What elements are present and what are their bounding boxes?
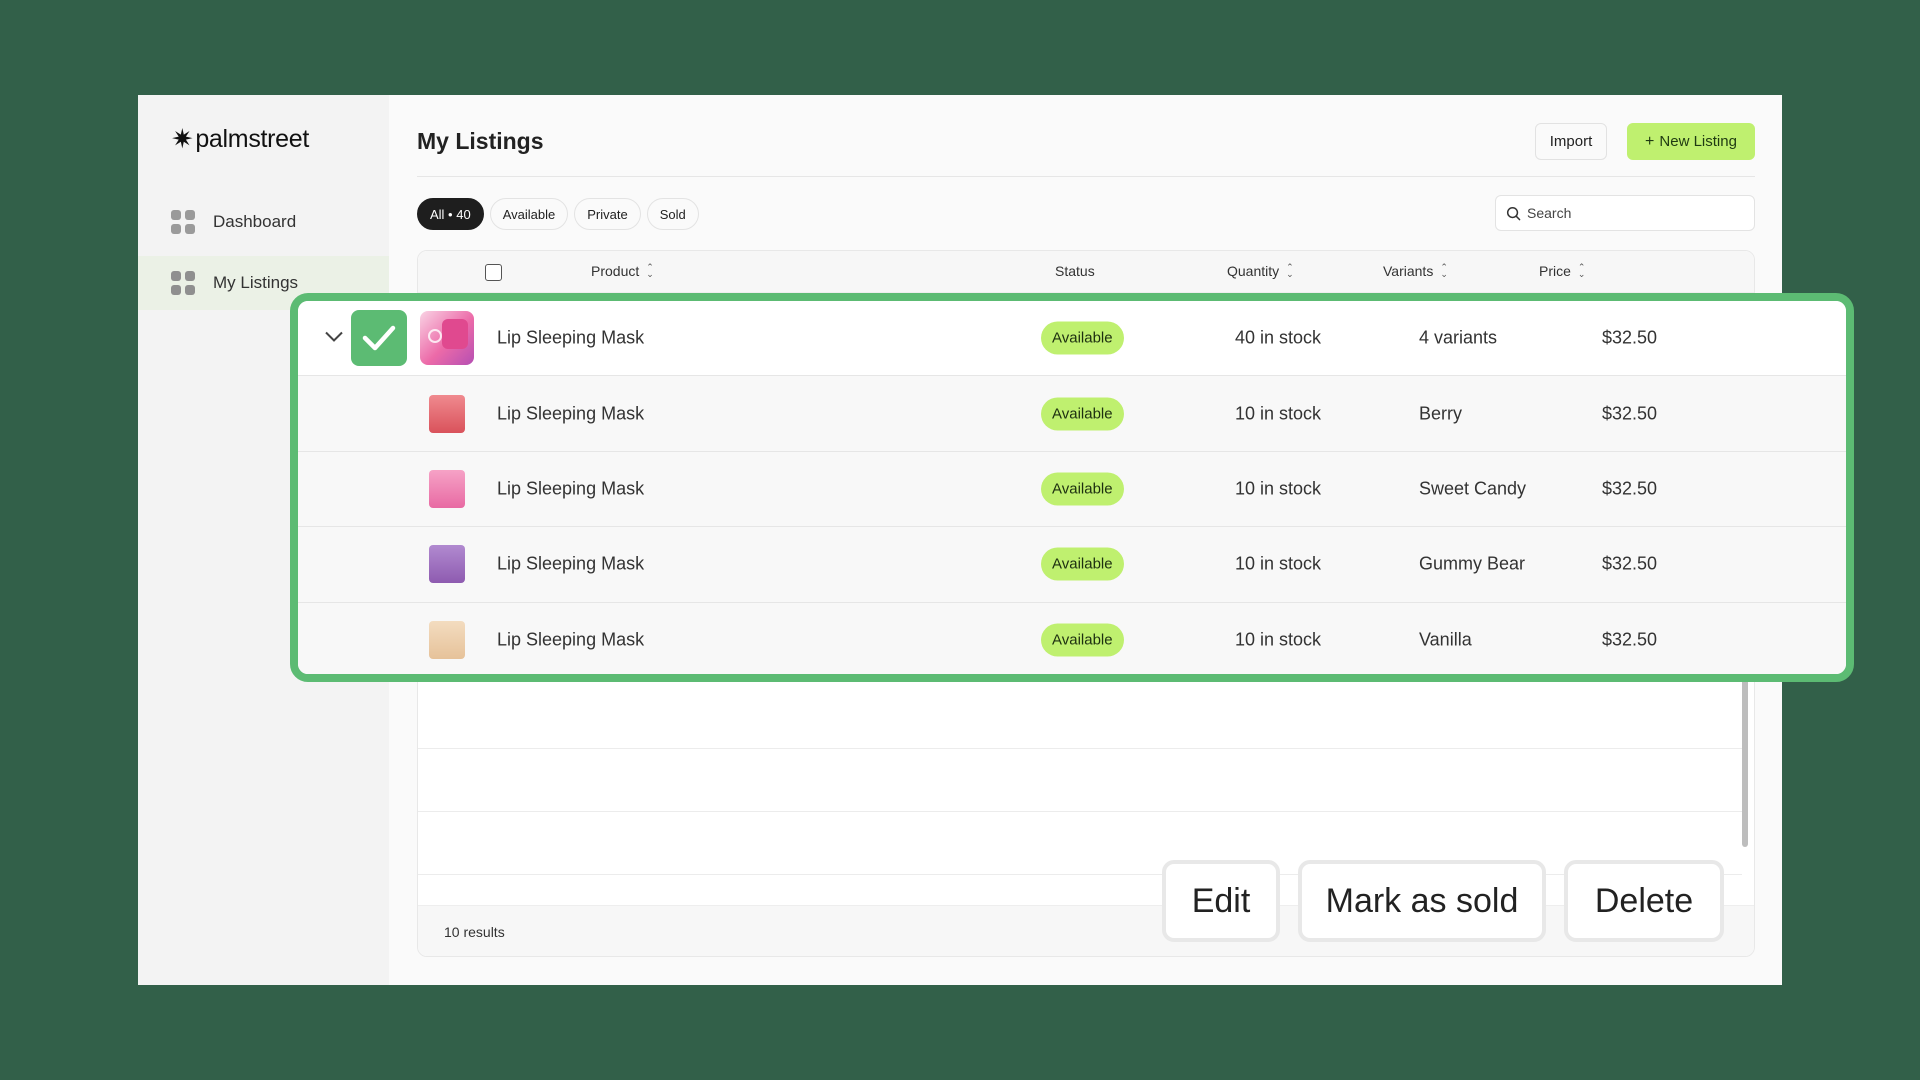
delete-button[interactable]: Delete: [1564, 860, 1724, 942]
chevron-down-icon[interactable]: [323, 328, 345, 349]
product-thumbnail: [429, 545, 465, 584]
results-count: 10 results: [444, 924, 505, 940]
product-thumbnail: [429, 469, 465, 508]
new-listing-button[interactable]: + New Listing: [1627, 123, 1755, 160]
filter-chip-sold[interactable]: Sold: [646, 198, 699, 230]
filter-chips: All • 40 Available Private Sold: [417, 198, 699, 230]
product-name: Lip Sleeping Mask: [497, 629, 645, 650]
brand-logo[interactable]: ✷ palmstreet: [171, 125, 309, 154]
column-label: Quantity: [1227, 263, 1280, 279]
column-label: Variants: [1383, 263, 1434, 279]
filter-chip-available[interactable]: Available: [489, 198, 569, 230]
product-name: Lip Sleeping Mask: [497, 478, 645, 499]
quantity-value: 40 in stock: [1235, 327, 1322, 348]
table-row-divider: [418, 811, 1742, 812]
sort-icon: ⌃ ⌄: [1440, 262, 1448, 279]
search-icon: [1506, 206, 1521, 220]
table-row-divider: [418, 748, 1742, 749]
filter-chip-all[interactable]: All • 40: [417, 198, 484, 230]
status-badge: Available: [1041, 623, 1124, 657]
sidebar-item-label: Dashboard: [213, 212, 297, 231]
search-input[interactable]: [1527, 205, 1727, 221]
quantity-value: 10 in stock: [1235, 629, 1322, 650]
price-value: $32.50: [1602, 629, 1658, 650]
column-quantity[interactable]: Quantity ⌃ ⌄: [1227, 262, 1294, 280]
column-label: Price: [1539, 263, 1571, 279]
product-thumbnail: [420, 311, 474, 366]
status-badge: Available: [1041, 472, 1124, 506]
quantity-value: 10 in stock: [1235, 403, 1322, 424]
product-name: Lip Sleeping Mask: [497, 553, 645, 574]
brand-name: palmstreet: [195, 125, 310, 153]
price-value: $32.50: [1602, 403, 1658, 424]
column-status: Status: [1055, 263, 1095, 279]
table-row[interactable]: Lip Sleeping Mask Available 40 in stock …: [298, 301, 1846, 377]
filter-chip-private[interactable]: Private: [574, 198, 641, 230]
sort-icon: ⌃ ⌄: [1577, 262, 1586, 279]
quantity-value: 10 in stock: [1235, 553, 1322, 574]
column-label: Status: [1055, 263, 1095, 279]
sort-icon: ⌃ ⌄: [646, 262, 654, 279]
column-product[interactable]: Product ⌃ ⌄: [591, 262, 654, 280]
price-value: $32.50: [1602, 327, 1658, 348]
mark-as-sold-button[interactable]: Mark as sold: [1298, 860, 1546, 942]
table-row[interactable]: Lip Sleeping Mask Available 10 in stock …: [298, 451, 1846, 528]
header-divider: [417, 176, 1755, 177]
variants-value: Vanilla: [1419, 629, 1472, 650]
column-price[interactable]: Price ⌃ ⌄: [1539, 262, 1586, 280]
variants-value: Sweet Candy: [1419, 478, 1527, 499]
status-badge: Available: [1041, 321, 1124, 355]
sidebar-item-dashboard[interactable]: Dashboard: [138, 195, 389, 249]
price-value: $32.50: [1602, 478, 1658, 499]
variants-value: Berry: [1419, 403, 1463, 424]
plus-icon: +: [1645, 132, 1655, 150]
table-row[interactable]: Lip Sleeping Mask Available 10 in stock …: [298, 527, 1846, 603]
status-badge: Available: [1041, 547, 1124, 581]
table-row[interactable]: Lip Sleeping Mask Available 10 in stock …: [298, 376, 1846, 452]
variants-value: Gummy Bear: [1419, 553, 1526, 574]
selected-listing-group: Lip Sleeping Mask Available 40 in stock …: [290, 293, 1854, 682]
column-variants[interactable]: Variants ⌃ ⌄: [1383, 262, 1448, 280]
table-header: Product ⌃ ⌄ Status Quantity ⌃ ⌄ Variants ⌃…: [418, 251, 1754, 293]
row-checkbox-checked[interactable]: [351, 310, 407, 367]
status-badge: Available: [1041, 397, 1124, 431]
quantity-value: 10 in stock: [1235, 478, 1322, 499]
search-box[interactable]: [1495, 195, 1755, 231]
price-value: $32.50: [1602, 553, 1658, 574]
table-footer: 10 results: [418, 905, 1754, 956]
dashboard-grid-icon: [171, 210, 195, 234]
sort-icon: ⌃ ⌄: [1286, 262, 1294, 279]
table-row[interactable]: Lip Sleeping Mask Available 10 in stock …: [298, 602, 1846, 674]
product-name: Lip Sleeping Mask: [497, 327, 645, 348]
new-listing-label: New Listing: [1659, 133, 1737, 150]
product-thumbnail: [429, 394, 465, 433]
select-all-checkbox[interactable]: [485, 264, 502, 281]
edit-button[interactable]: Edit: [1162, 860, 1280, 942]
product-name: Lip Sleeping Mask: [497, 403, 645, 424]
column-label: Product: [591, 263, 640, 279]
product-thumbnail: [429, 621, 465, 660]
variants-value: 4 variants: [1419, 327, 1498, 348]
palm-logo-icon: ✷: [171, 124, 194, 154]
listings-grid-icon: [171, 271, 195, 295]
page-title: My Listings: [417, 128, 544, 154]
import-button[interactable]: Import: [1535, 123, 1607, 160]
checkmark-icon: [362, 325, 396, 351]
sidebar-item-label: My Listings: [213, 273, 299, 292]
